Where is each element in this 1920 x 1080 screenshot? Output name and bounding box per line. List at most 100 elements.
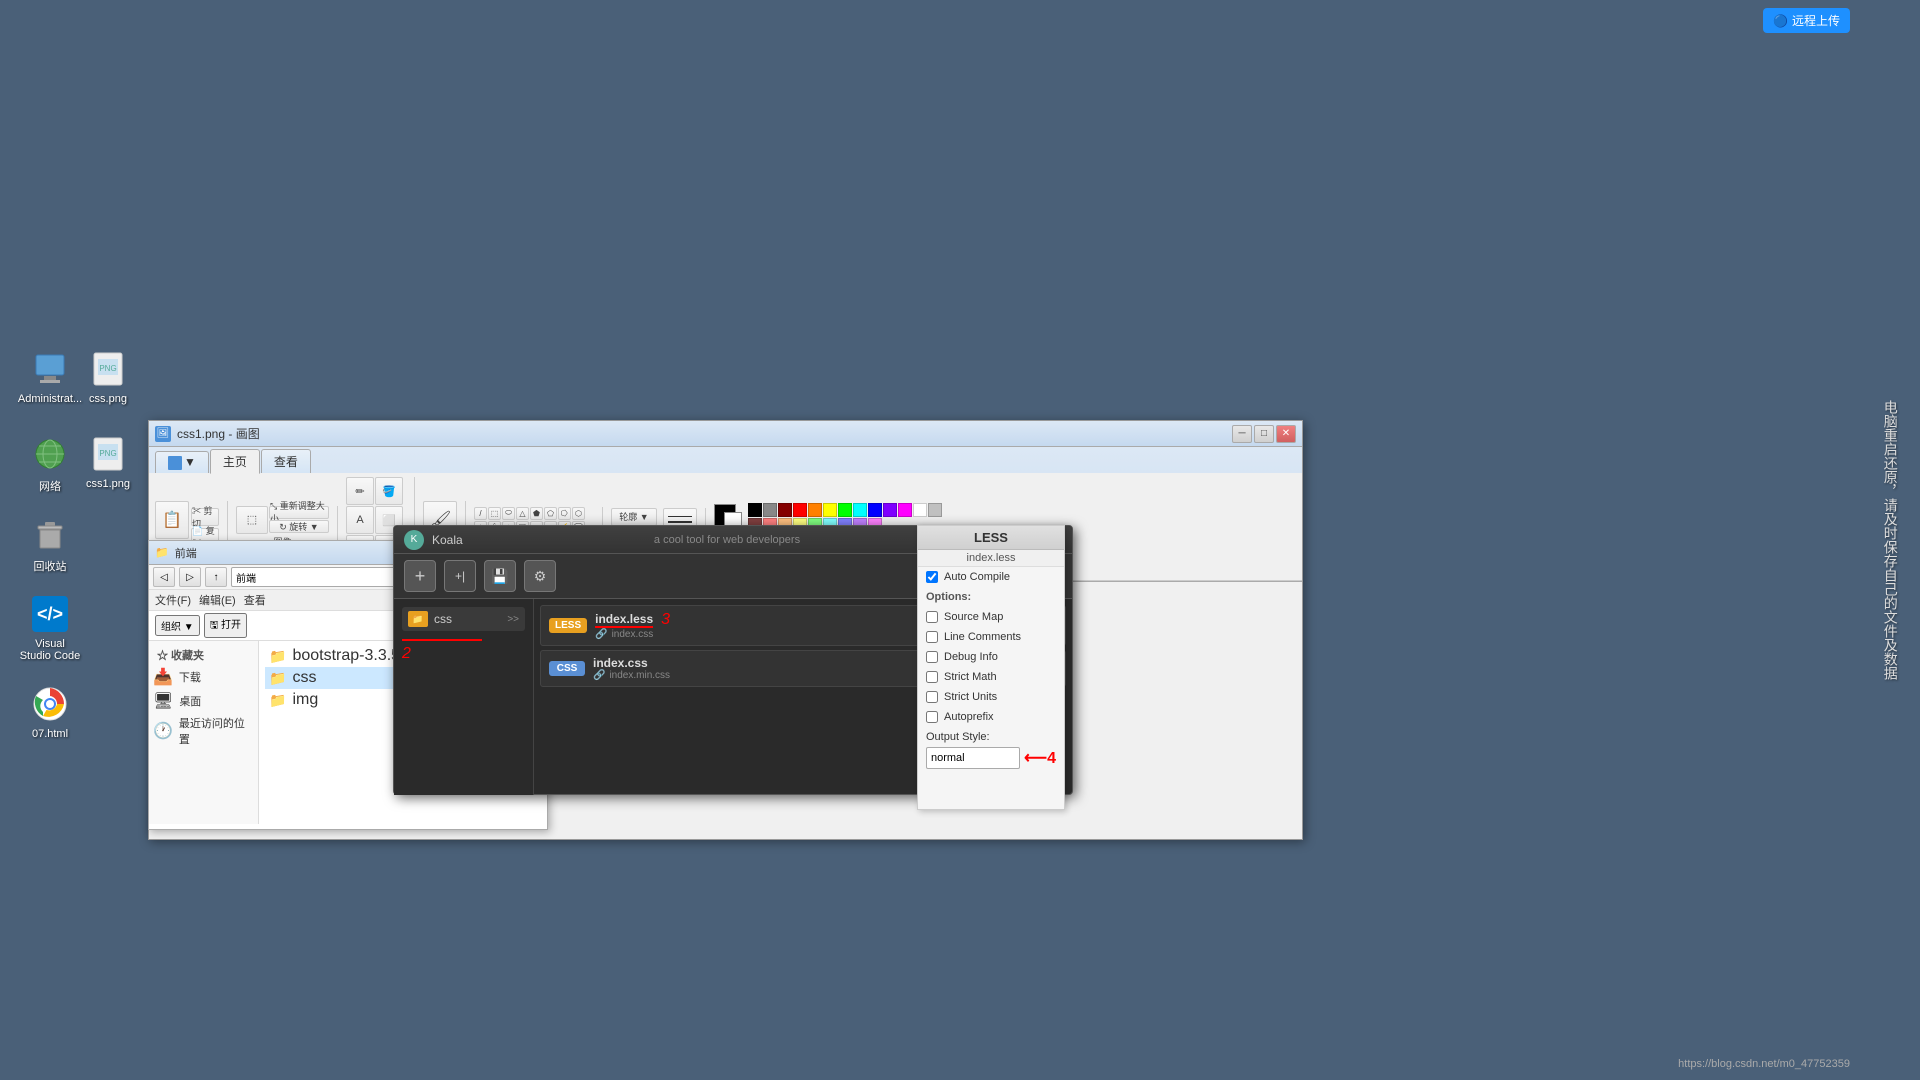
trash-label: 回收站 [34,558,67,574]
shape5[interactable]: ⬟ [530,507,543,520]
shape7[interactable]: ⭔ [558,507,571,520]
auto-compile-checkbox[interactable] [926,571,938,583]
css-folder-orange-icon: 📁 [408,611,428,627]
color-cyan[interactable] [853,503,867,517]
fe-open-button[interactable]: 🖫 打开 [204,613,247,638]
fe-forward-button[interactable]: ▷ [179,567,201,587]
shape6[interactable]: ⬠ [544,507,557,520]
debug-info-checkbox[interactable] [926,651,938,663]
remote-upload-button[interactable]: 🔵 远程上传 [1763,8,1850,33]
desktop-icon-csspng1[interactable]: PNG css.png [68,345,148,409]
source-map-checkbox[interactable] [926,611,938,623]
desktop-icon-csspng2[interactable]: PNG css1.png [68,430,148,494]
less-debug-info-option: Debug Info [918,647,1064,667]
fe-up-button[interactable]: ↑ [205,567,227,587]
color-green[interactable] [838,503,852,517]
remote-upload-label: 远程上传 [1792,12,1840,29]
desktop-icon-chrome[interactable]: 07.html [10,680,90,744]
less-filename: index.less [595,612,653,628]
koala-subtitle: a cool tool for web developers [654,534,800,546]
text-button[interactable]: A [346,506,374,534]
koala-save-button[interactable]: 💾 [484,560,516,592]
fe-menu-view[interactable]: 查看 [244,592,266,608]
outline-button[interactable]: 轮廓 ▼ [611,508,657,526]
color-blue[interactable] [868,503,882,517]
koala-settings-button[interactable]: ⚙ [524,560,556,592]
less-auto-compile-option: Auto Compile [918,567,1064,587]
koala-title: Koala [432,533,654,547]
less-strict-units-option: Strict Units [918,687,1064,707]
koala-css-folder[interactable]: 📁 css >> [402,607,525,631]
css-file-sub-text: index.min.css [609,670,670,681]
paint-minimize-button[interactable]: ─ [1232,425,1252,443]
paste-button[interactable]: 📋 [155,501,189,539]
fill-button[interactable]: 🪣 [375,477,403,505]
paint-close-button[interactable]: ✕ [1276,425,1296,443]
network-label: 网络 [39,478,61,494]
trash-icon [30,514,70,554]
fe-menu-file[interactable]: 文件(F) [155,592,191,608]
css-folder-icon: 📁 [269,670,286,687]
desktop-icon-vscode[interactable]: </> VisualStudio Code [10,590,90,666]
koala-add-button[interactable]: + [404,560,436,592]
color-orange[interactable] [808,503,822,517]
autoprefix-checkbox[interactable] [926,711,938,723]
color-gray1[interactable] [763,503,777,517]
csspng2-label: css1.png [86,478,130,490]
source-map-label: Source Map [944,611,1003,623]
color-purple[interactable] [883,503,897,517]
svg-text:PNG: PNG [99,449,116,458]
auto-compile-label: Auto Compile [944,571,1010,583]
fe-organize-button[interactable]: 组织 ▼ [155,615,200,636]
output-style-input[interactable] [926,747,1020,769]
color-darkred[interactable] [778,503,792,517]
koala-sidebar: 📁 css >> 2 [394,599,534,795]
css-badge: CSS [549,661,585,676]
paint-file-menu[interactable]: ▼ [155,451,209,473]
select-button[interactable]: ⬚ [236,506,268,534]
strict-math-label: Strict Math [944,671,997,683]
color-red[interactable] [793,503,807,517]
vscode-label: VisualStudio Code [20,638,81,662]
less-file-sub-text: index.css [612,629,654,640]
strict-units-checkbox[interactable] [926,691,938,703]
paint-maximize-button[interactable]: □ [1254,425,1274,443]
fav-recent[interactable]: 🕐 最近访问的位置 [149,713,258,749]
svg-text:PNG: PNG [99,364,116,373]
color-white[interactable] [913,503,927,517]
color-black[interactable] [748,503,762,517]
fe-back-button[interactable]: ◁ [153,567,175,587]
annotation-arrow-4: ⟵4 [1024,748,1056,768]
fe-menu-edit[interactable]: 编辑(E) [199,592,236,608]
annotation-line-2 [402,639,482,641]
color-silver[interactable] [928,503,942,517]
color-magenta[interactable] [898,503,912,517]
line-comments-checkbox[interactable] [926,631,938,643]
shape3[interactable]: ⬭ [502,507,515,520]
resize-button[interactable]: ⤡ 重新调整大小 [269,506,329,519]
debug-info-label: Debug Info [944,651,998,663]
less-output-style-row: ⟵4 [926,747,1056,769]
desktop-icon2: 🖥 [153,691,173,711]
fe-icon: 📁 [155,546,169,559]
autoprefix-label: Autoprefix [944,711,994,723]
paint-tabs: ▼ 主页 查看 [149,447,1302,473]
fav-desktop[interactable]: 🖥 桌面 [149,689,258,713]
paint-tab-home[interactable]: 主页 [210,449,260,474]
desktop-icon-trash[interactable]: 回收站 [10,510,90,578]
shape8[interactable]: ⬡ [572,507,585,520]
pencil-button[interactable]: ✏ [346,477,374,505]
less-autoprefix-option: Autoprefix [918,707,1064,727]
svg-text:</>: </> [37,604,63,624]
shape1[interactable]: / [474,507,487,520]
paint-tab-view[interactable]: 查看 [261,449,311,473]
strict-math-checkbox[interactable] [926,671,938,683]
koala-add-alt-button[interactable]: +| [444,560,476,592]
color-yellow[interactable] [823,503,837,517]
koala-app-icon: K [404,530,424,550]
fav-download[interactable]: 📥 下载 [149,665,258,689]
shape2[interactable]: ⬚ [488,507,501,520]
less-file-icon: 🔗 [595,629,607,640]
rotate-button[interactable]: ↻ 旋转 ▼ [269,520,329,533]
shape4[interactable]: △ [516,507,529,520]
